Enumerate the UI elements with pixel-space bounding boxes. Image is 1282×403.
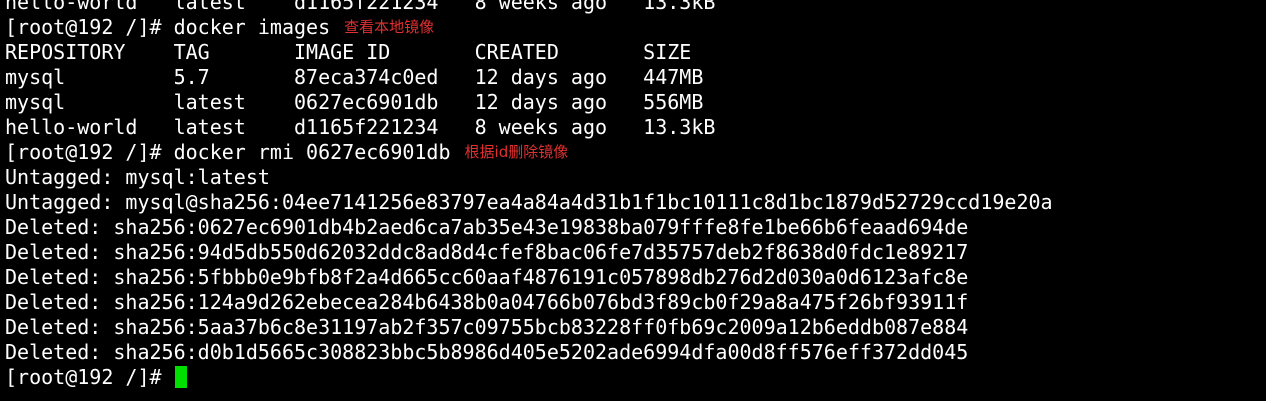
terminal-line: Deleted: sha256:0627ec6901db4b2aed6ca7ab…	[5, 215, 1053, 240]
terminal-line: Untagged: mysql:latest	[5, 165, 1053, 190]
line-text: hello-world latest d1165f221234 8 weeks …	[5, 115, 716, 139]
terminal-line: Deleted: sha256:5fbbb0e9bfb8f2a4d665cc60…	[5, 265, 1053, 290]
line-text: mysql 5.7 87eca374c0ed 12 days ago 447MB	[5, 65, 704, 89]
line-text: Deleted: sha256:0627ec6901db4b2aed6ca7ab…	[5, 215, 969, 239]
prompt-text: [root@192 /]#	[5, 365, 162, 389]
line-text: REPOSITORY TAG IMAGE ID CREATED SIZE	[5, 40, 692, 64]
terminal-line: Deleted: sha256:94d5db550d62032ddc8ad8d4…	[5, 240, 1053, 265]
line-text: Deleted: sha256:5fbbb0e9bfb8f2a4d665cc60…	[5, 265, 969, 289]
line-text: Untagged: mysql@sha256:04ee7141256e83797…	[5, 190, 1053, 214]
terminal-line: Deleted: sha256:d0b1d5665c308823bbc5b898…	[5, 340, 1053, 365]
annotation-note: 查看本地镜像	[344, 18, 435, 36]
line-text: [root@192 /]# docker rmi 0627ec6901db	[5, 140, 451, 164]
line-text: Deleted: sha256:5aa37b6c8e31197ab2f357c0…	[5, 315, 969, 339]
cursor	[174, 366, 187, 388]
terminal-line: Untagged: mysql@sha256:04ee7141256e83797…	[5, 190, 1053, 215]
terminal-output: hello-world latest d1165f221234 8 weeks …	[5, 0, 1053, 390]
terminal-line: mysql latest 0627ec6901db 12 days ago 55…	[5, 90, 1053, 115]
line-text: Untagged: mysql:latest	[5, 165, 270, 189]
line-text: hello-world latest d1165f221234 8 weeks …	[5, 0, 716, 14]
annotation-note: 根据id删除镜像	[464, 143, 569, 161]
line-text: [root@192 /]# docker images	[5, 15, 331, 39]
terminal-line: REPOSITORY TAG IMAGE ID CREATED SIZE	[5, 40, 1053, 65]
line-text: Deleted: sha256:124a9d262ebecea284b6438b…	[5, 290, 969, 314]
line-text: Deleted: sha256:94d5db550d62032ddc8ad8d4…	[5, 240, 969, 264]
line-text: mysql latest 0627ec6901db 12 days ago 55…	[5, 90, 704, 114]
terminal-line: hello-world latest d1165f221234 8 weeks …	[5, 115, 1053, 140]
terminal-line: Deleted: sha256:124a9d262ebecea284b6438b…	[5, 290, 1053, 315]
terminal-line: [root@192 /]# docker rmi 0627ec6901db 根据i…	[5, 140, 1053, 165]
scrollbar-gutter[interactable]	[1266, 0, 1282, 403]
terminal-line: mysql 5.7 87eca374c0ed 12 days ago 447MB	[5, 65, 1053, 90]
line-text: Deleted: sha256:d0b1d5665c308823bbc5b898…	[5, 340, 969, 364]
terminal-window[interactable]: hello-world latest d1165f221234 8 weeks …	[0, 0, 1266, 401]
terminal-line: Deleted: sha256:5aa37b6c8e31197ab2f357c0…	[5, 315, 1053, 340]
terminal-line: hello-world latest d1165f221234 8 weeks …	[5, 0, 1053, 15]
prompt-line[interactable]: [root@192 /]#	[5, 365, 1053, 390]
terminal-line: [root@192 /]# docker images 查看本地镜像	[5, 15, 1053, 40]
